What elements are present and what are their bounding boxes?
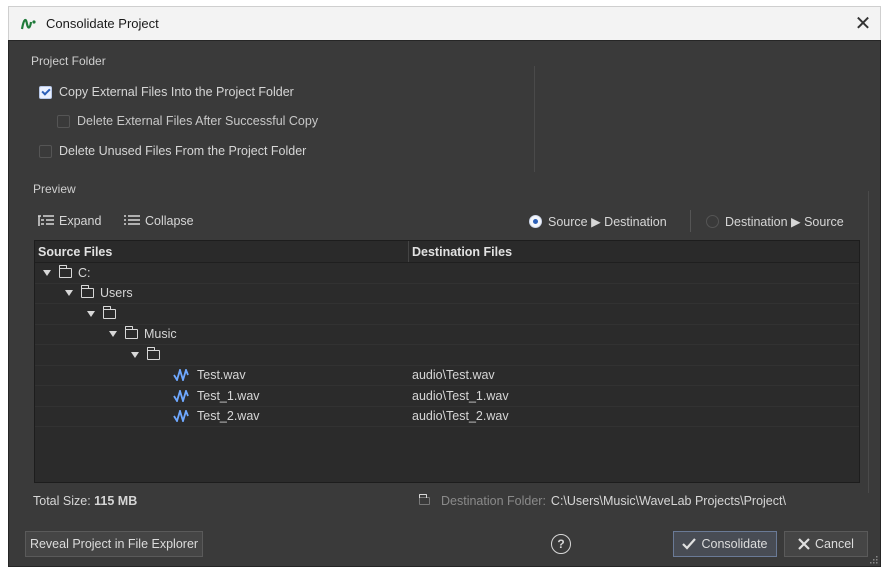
destination-to-source-radio[interactable]	[706, 215, 719, 228]
source-file-name: C:	[78, 265, 91, 280]
expand-arrow-icon[interactable]	[43, 269, 51, 276]
folder-row[interactable]: Users	[35, 284, 859, 304]
empty-row	[35, 427, 859, 448]
folder-icon	[80, 285, 94, 299]
folder-icon	[102, 305, 116, 319]
folder-row[interactable]: C:	[35, 263, 859, 284]
table-body: C: Users Music Test.wav audio\Test.wav Test_1…	[35, 263, 859, 482]
source-cell: Test_1.wav	[35, 389, 409, 403]
direction-divider	[690, 210, 691, 232]
source-to-destination-label: Source ▶ Destination	[548, 215, 667, 229]
audio-file-row[interactable]: Test_2.wav audio\Test_2.wav	[35, 407, 859, 427]
preview-file-table[interactable]: Source Files Destination Files C: Users Mu…	[34, 240, 860, 483]
expand-arrow-icon[interactable]	[65, 290, 73, 297]
destination-to-source-option[interactable]: Destination ▶ Source	[706, 214, 844, 229]
audio-file-row[interactable]: Test_1.wav audio\Test_1.wav	[35, 386, 859, 407]
source-to-destination-option[interactable]: Source ▶ Destination	[529, 214, 667, 229]
cancel-button[interactable]: Cancel	[784, 531, 868, 557]
source-file-name: Test.wav	[197, 368, 246, 383]
total-size-value: 115 MB	[94, 494, 138, 508]
destination-to-source-label: Destination ▶ Source	[725, 215, 844, 229]
collapse-button[interactable]: Collapse	[123, 214, 194, 228]
source-cell: Test_2.wav	[35, 409, 409, 423]
audio-waveform-icon	[173, 369, 189, 382]
window-title: Consolidate Project	[46, 16, 159, 31]
source-cell: Users	[35, 285, 409, 301]
consolidate-dialog: Project Folder Copy External Files Into …	[8, 40, 881, 567]
copy-external-files-checkbox[interactable]	[39, 85, 52, 99]
destination-file-name: audio\Test_2.wav	[412, 409, 509, 424]
collapse-icon	[124, 215, 140, 225]
destination-files-header[interactable]: Destination Files	[409, 241, 512, 262]
delete-unused-files-option[interactable]: Delete Unused Files From the Project Fol…	[39, 144, 306, 158]
destination-file-name: audio\Test.wav	[412, 368, 495, 383]
source-file-name: Users	[100, 286, 133, 301]
source-cell	[35, 305, 409, 319]
source-file-name: Music	[144, 327, 177, 342]
source-file-name: Test_2.wav	[197, 409, 260, 424]
destination-file-name: audio\Test_1.wav	[412, 388, 509, 403]
collapse-label: Collapse	[145, 214, 194, 228]
expand-arrow-icon[interactable]	[87, 310, 95, 317]
total-size: Total Size: 115 MB	[33, 494, 137, 508]
source-to-destination-radio[interactable]	[529, 215, 542, 228]
consolidate-label: Consolidate	[701, 537, 768, 551]
delete-unused-files-label: Delete Unused Files From the Project Fol…	[59, 144, 307, 158]
folder-icon	[146, 346, 160, 360]
audio-waveform-icon	[173, 410, 189, 423]
cancel-x-icon	[798, 538, 810, 550]
expand-label: Expand	[59, 214, 102, 228]
reveal-in-file-explorer-button[interactable]: Reveal Project in File Explorer	[25, 531, 203, 557]
folder-icon	[124, 326, 138, 340]
copy-external-files-label: Copy External Files Into the Project Fol…	[59, 85, 294, 99]
destination-folder-icon	[418, 494, 430, 505]
checkmark-icon	[682, 538, 697, 550]
expand-arrow-icon[interactable]	[131, 351, 139, 358]
consolidate-button[interactable]: Consolidate	[673, 531, 777, 557]
wavelab-app-icon	[18, 13, 40, 35]
source-files-header[interactable]: Source Files	[35, 241, 409, 262]
source-cell: Music	[35, 326, 409, 342]
folder-row[interactable]: Music	[35, 325, 859, 345]
source-cell: Test.wav	[35, 368, 409, 382]
destination-folder-label: Destination Folder:	[441, 494, 546, 508]
table-header: Source Files Destination Files	[35, 241, 859, 263]
help-icon[interactable]: ?	[551, 534, 571, 554]
title-bar: Consolidate Project ✕	[8, 6, 881, 40]
delete-external-files-checkbox[interactable]	[57, 114, 70, 128]
empty-row	[35, 448, 859, 469]
close-icon[interactable]: ✕	[846, 7, 880, 41]
resize-grip-icon[interactable]	[868, 554, 878, 564]
delete-unused-files-checkbox[interactable]	[39, 144, 52, 158]
delete-external-files-label: Delete External Files After Successful C…	[77, 114, 319, 128]
copy-external-files-option[interactable]: Copy External Files Into the Project Fol…	[39, 85, 294, 99]
destination-folder: Destination Folder: C:\Users\Music\WaveL…	[418, 494, 786, 508]
folder-row[interactable]	[35, 304, 859, 325]
source-cell: C:	[35, 264, 409, 280]
expand-icon	[38, 215, 54, 226]
folder-icon	[58, 264, 72, 278]
cancel-label: Cancel	[815, 537, 854, 551]
destination-folder-path: C:\Users\Music\WaveLab Projects\Project\	[550, 494, 786, 508]
empty-row	[35, 468, 859, 482]
total-size-label: Total Size:	[33, 494, 91, 508]
expand-button[interactable]: Expand	[37, 214, 101, 228]
source-file-name: Test_1.wav	[197, 388, 260, 403]
delete-external-files-option[interactable]: Delete External Files After Successful C…	[57, 114, 318, 128]
expand-arrow-icon[interactable]	[109, 331, 117, 338]
audio-waveform-icon	[173, 389, 189, 402]
audio-file-row[interactable]: Test.wav audio\Test.wav	[35, 366, 859, 386]
folder-row[interactable]	[35, 345, 859, 366]
source-cell	[35, 346, 409, 360]
